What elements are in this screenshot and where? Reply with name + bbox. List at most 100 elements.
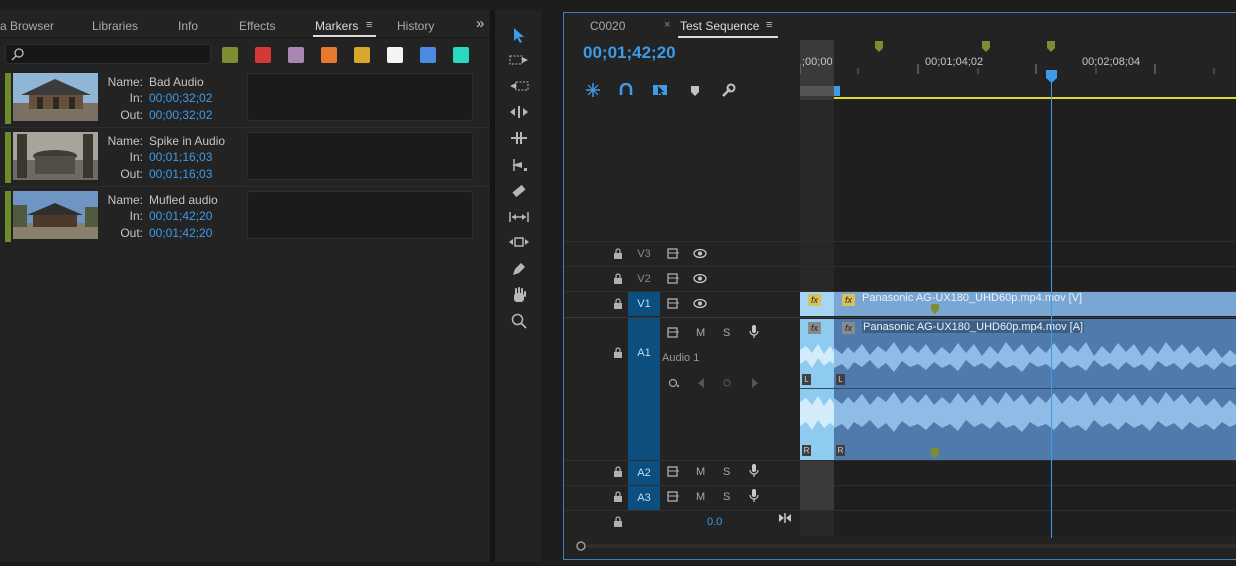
mute-track-button[interactable]: M [696,491,705,503]
tab-media-browser[interactable]: a Browser [0,19,54,33]
marker-search-input[interactable] [5,44,211,64]
track-lock-icon[interactable] [613,298,623,309]
track-v3-label[interactable]: V3 [628,242,660,266]
track-lock-icon[interactable] [613,273,623,284]
ripple-edit-tool-icon[interactable] [508,102,530,122]
linked-selection-icon[interactable] [652,82,668,98]
voice-over-record-icon[interactable] [749,464,759,478]
add-keyframe-icon[interactable] [723,379,731,387]
marker-color-filter-orange[interactable] [321,47,337,63]
marker-list-item[interactable]: Name: Spike in Audio In: 00;01;16;03 Out… [0,129,490,187]
marker-out-timecode[interactable]: 00;00;32;02 [149,108,212,122]
marker-out-timecode[interactable]: 00;01;16;03 [149,167,212,181]
fx-badge-icon[interactable]: fx [842,322,855,334]
mute-track-button[interactable]: M [696,466,705,478]
mute-track-button[interactable]: M [696,327,705,339]
track-a1-name[interactable]: Audio 1 [662,352,699,364]
slide-tool-icon[interactable] [508,232,530,252]
track-a1-target[interactable] [628,318,660,460]
toggle-track-output-eye-icon[interactable] [693,298,707,309]
tab-markers[interactable]: Markers [315,19,358,33]
go-to-end-icon[interactable] [779,513,791,523]
panel-divider[interactable] [541,10,563,562]
marker-in-timecode[interactable]: 00;01;16;03 [149,150,212,164]
track-v2-label[interactable]: V2 [628,267,660,291]
tab-effects[interactable]: Effects [239,19,275,33]
toggle-sync-lock-icon[interactable] [667,466,680,477]
toggle-sync-lock-icon[interactable] [667,491,680,502]
panel-menu-icon[interactable]: ≡ [366,19,372,31]
track-lock-icon[interactable] [613,491,623,502]
track-v1-label[interactable]: V1 [628,292,660,316]
timeline-menu-icon[interactable]: ≡ [766,19,772,31]
nest-sequence-icon[interactable] [585,83,601,97]
track-a1-label[interactable]: A1 [628,341,660,365]
track-lock-icon[interactable] [613,248,623,259]
marker-in-timecode[interactable]: 00;01;42;20 [149,209,212,223]
show-keyframes-icon[interactable] [667,377,681,389]
fx-badge-icon[interactable]: fx [842,294,855,306]
clip-marker-icon[interactable] [931,304,939,314]
toggle-sync-lock-icon[interactable] [667,248,680,259]
close-tab-icon[interactable]: × [664,19,670,31]
marker-color-filter-white[interactable] [387,47,403,63]
track-a2-label[interactable]: A2 [628,461,660,485]
zoom-tool-icon[interactable] [508,311,530,331]
marker-color-filter-cyan[interactable] [453,47,469,63]
solo-track-button[interactable]: S [723,466,730,478]
solo-track-button[interactable]: S [723,491,730,503]
marker-out-timecode[interactable]: 00;01;42;20 [149,226,212,240]
tab-history[interactable]: History [397,19,434,33]
hand-tool-icon[interactable] [508,285,530,305]
pen-tool-icon[interactable] [508,259,530,279]
rate-stretch-tool-icon[interactable] [508,155,530,175]
marker-comment-field[interactable] [247,191,473,239]
timeline-settings-wrench-icon[interactable] [720,83,736,99]
marker-list-item[interactable]: Name: Bad Audio In: 00;00;32;02 Out: 00;… [0,70,490,128]
voice-over-record-icon[interactable] [749,489,759,503]
tab-c0020[interactable]: C0020 [590,19,625,33]
toggle-sync-lock-icon[interactable] [667,298,680,309]
video-audio-divider[interactable] [564,317,1236,318]
ruler-marker-icon[interactable] [981,41,991,53]
selection-tool-icon[interactable] [508,25,530,45]
time-ruler[interactable]: ;00;00 00;01;04;02 00;02;08;04 [800,40,1236,100]
track-a3-label[interactable]: A3 [628,486,660,510]
marker-list-item[interactable]: Name: Mufled audio In: 00;01;42;20 Out: … [0,188,490,246]
marker-comment-field[interactable] [247,73,473,121]
playhead-line[interactable] [1051,70,1052,538]
playhead-timecode[interactable]: 00;01;42;20 [583,43,676,63]
timeline-horizontal-scrollbar[interactable] [575,538,1236,551]
marker-color-filter-rose[interactable] [288,47,304,63]
marker-color-filter-yellow[interactable] [354,47,370,63]
toggle-sync-lock-icon[interactable] [667,327,680,338]
tab-test-sequence[interactable]: Test Sequence [680,19,759,33]
master-volume-value[interactable]: 0.0 [707,516,722,528]
fx-badge-icon[interactable]: fx [808,294,821,306]
previous-keyframe-icon[interactable] [697,378,705,388]
track-lock-icon[interactable] [613,466,623,477]
rolling-edit-tool-icon[interactable] [508,128,530,148]
add-marker-icon[interactable] [689,84,701,96]
tab-libraries[interactable]: Libraries [92,19,138,33]
fx-badge-icon[interactable]: fx [808,322,821,334]
marker-comment-field[interactable] [247,132,473,180]
snap-magnet-icon[interactable] [619,82,633,97]
toggle-sync-lock-icon[interactable] [667,273,680,284]
track-area[interactable] [800,100,1236,536]
marker-color-filter-blue[interactable] [420,47,436,63]
toggle-track-output-eye-icon[interactable] [693,248,707,259]
work-area-handle[interactable] [800,86,834,96]
clip-marker-icon[interactable] [931,448,939,458]
panel-overflow-icon[interactable]: » [476,15,484,32]
razor-tool-icon[interactable] [508,181,530,201]
track-select-backward-tool-icon[interactable] [508,76,530,96]
voice-over-record-icon[interactable] [749,325,759,339]
marker-in-timecode[interactable]: 00;00;32;02 [149,91,212,105]
track-lock-icon[interactable] [613,347,623,358]
marker-color-filter-red[interactable] [255,47,271,63]
ruler-marker-icon[interactable] [874,41,884,53]
slip-tool-icon[interactable] [508,207,530,227]
tab-info[interactable]: Info [178,19,198,33]
toggle-track-output-eye-icon[interactable] [693,273,707,284]
